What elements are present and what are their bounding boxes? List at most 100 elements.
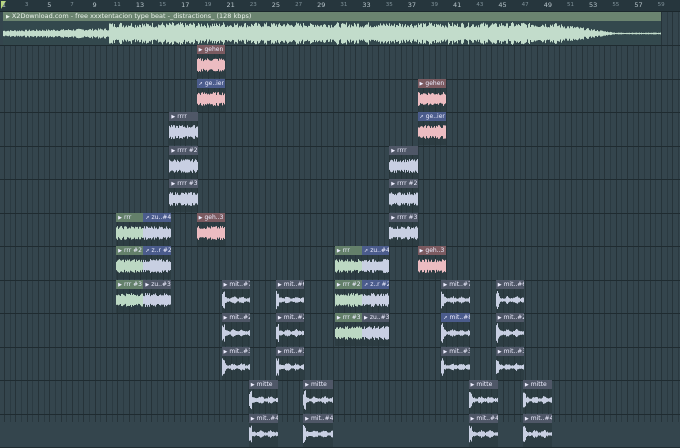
- clip-header[interactable]: ▶ mit..#2: [275, 313, 305, 322]
- audio-clip-master[interactable]: ▶ X2Download.com - free xxxtentacion type…: [3, 12, 661, 45]
- playlist-clip[interactable]: ▶ mit..#3: [221, 346, 250, 380]
- clip-menu-icon[interactable]: ▶: [6, 14, 10, 20]
- clip-header[interactable]: ▶ geh..3: [196, 212, 225, 222]
- clip-menu-icon[interactable]: ▶: [171, 181, 175, 187]
- clip-header[interactable]: ➚ z..r #2: [143, 246, 171, 255]
- playlist-clip[interactable]: ▶ mitte: [522, 380, 553, 413]
- clip-menu-icon[interactable]: ▶: [171, 114, 175, 120]
- clip-header[interactable]: ▶ mitte: [303, 380, 333, 389]
- clip-header[interactable]: ▶ mit..#7: [441, 279, 470, 289]
- clip-header[interactable]: ▶ mit..#2: [221, 313, 250, 322]
- clip-header[interactable]: ▶ mit..#7: [221, 279, 250, 289]
- playlist-clip[interactable]: ▶ mitte: [303, 380, 333, 413]
- playlist-clip[interactable]: ▶ mit..#3: [275, 346, 305, 380]
- clip-header[interactable]: ▶ mit..#3: [275, 346, 305, 356]
- playlist-clip[interactable]: ▶ mit..#7: [441, 279, 470, 313]
- playlist-clip[interactable]: ▶ zu..#3: [143, 279, 171, 313]
- clip-menu-icon[interactable]: ▶: [278, 349, 282, 355]
- playlist-clip[interactable]: ▶ rrr #3: [116, 279, 144, 313]
- clip-header[interactable]: ▶ mit..#4: [522, 413, 553, 423]
- clip-header[interactable]: ▶ mit..#2: [495, 313, 525, 322]
- clip-header[interactable]: ▶ zu..#3: [143, 279, 171, 289]
- playlist-clip[interactable]: ▶ geh..3: [417, 246, 446, 279]
- clip-header[interactable]: ▶ rrr #3: [334, 313, 363, 322]
- playlist-grid[interactable]: [0, 12, 680, 448]
- playlist-clip[interactable]: ▶ mit..#7: [221, 279, 250, 313]
- playlist-clip[interactable]: ▶ gehen: [417, 78, 446, 112]
- automation-icon[interactable]: ➚: [420, 114, 424, 120]
- automation-icon[interactable]: ➚: [364, 282, 368, 288]
- clip-header[interactable]: ▶ rrr #3: [116, 279, 144, 289]
- clip-menu-icon[interactable]: ▶: [391, 181, 395, 187]
- clip-menu-icon[interactable]: ▶: [251, 382, 255, 388]
- clip-menu-icon[interactable]: ▶: [305, 382, 309, 388]
- playlist-clip[interactable]: ▶ mit..#4: [468, 413, 498, 447]
- clip-header[interactable]: ▶ rrrr #2: [389, 179, 418, 188]
- playlist-clip[interactable]: ➚ z..r #2: [362, 279, 390, 313]
- clip-header[interactable]: ▶ mit..#4: [468, 413, 498, 423]
- playlist-clip[interactable]: ➚ z..r #2: [143, 246, 171, 279]
- clip-menu-icon[interactable]: ▶: [251, 416, 255, 422]
- clip-header[interactable]: ▶ rrrr: [169, 112, 198, 121]
- clip-header[interactable]: ▶ gehen: [417, 78, 446, 88]
- clip-menu-icon[interactable]: ▶: [118, 282, 122, 288]
- clip-menu-icon[interactable]: ▶: [498, 282, 502, 288]
- playlist-clip[interactable]: ▶ mitte: [468, 380, 498, 413]
- clip-menu-icon[interactable]: ▶: [498, 315, 502, 321]
- clip-menu-icon[interactable]: ▶: [364, 315, 368, 321]
- clip-header[interactable]: ▶ mitte: [522, 380, 553, 389]
- clip-menu-icon[interactable]: ▶: [498, 349, 502, 355]
- playlist-clip[interactable]: ▶ mit..#4: [303, 413, 333, 447]
- clip-menu-icon[interactable]: ▶: [525, 416, 529, 422]
- playlist-clip[interactable]: ▶ mit..#6: [275, 279, 305, 313]
- clip-header[interactable]: ▶ gehen: [196, 45, 225, 54]
- playlist-clip[interactable]: ▶ rrrr #2: [169, 145, 198, 179]
- clip-header[interactable]: ▶ geh..3: [417, 246, 446, 255]
- clip-menu-icon[interactable]: ▶: [471, 416, 475, 422]
- playlist-clip[interactable]: ▶ mit..#4: [248, 413, 279, 447]
- playlist-clip[interactable]: ▶ mit..#2: [495, 313, 525, 346]
- clip-menu-icon[interactable]: ▶: [118, 215, 122, 221]
- clip-header[interactable]: ➚ zu..#4: [143, 212, 171, 222]
- clip-header[interactable]: ▶ rrr #2: [116, 246, 144, 255]
- clip-header[interactable]: ▶ rrr: [116, 212, 144, 222]
- playlist-clip[interactable]: ➚ zu..#4: [143, 212, 171, 246]
- playlist-clip[interactable]: ➚mit..#8: [441, 313, 470, 346]
- clip-header[interactable]: ➚ z..r #2: [362, 279, 390, 289]
- clip-header[interactable]: ▶ mitte: [248, 380, 279, 389]
- automation-icon[interactable]: ➚: [443, 315, 447, 321]
- playlist-clip[interactable]: ➚ ge..ier: [417, 112, 446, 145]
- clip-header[interactable]: ➚ ge..ier: [196, 78, 225, 88]
- playlist-clip[interactable]: ▶ zu..#3: [362, 313, 390, 346]
- clip-header[interactable]: ▶ mit..#6: [275, 279, 305, 289]
- clip-header[interactable]: ▶ zu..#3: [362, 313, 390, 322]
- clip-header[interactable]: ▶ mit..#3: [495, 346, 525, 356]
- playlist-clip[interactable]: ▶ rrr #3: [334, 313, 363, 346]
- clip-header[interactable]: ▶ mit..#6: [495, 279, 525, 289]
- clip-menu-icon[interactable]: ▶: [443, 282, 447, 288]
- automation-icon[interactable]: ➚: [199, 81, 203, 87]
- clip-menu-icon[interactable]: ▶: [337, 315, 341, 321]
- automation-icon[interactable]: ➚: [364, 248, 368, 254]
- clip-menu-icon[interactable]: ▶: [278, 282, 282, 288]
- playlist-clip[interactable]: ▶ rrr: [116, 212, 144, 246]
- clip-menu-icon[interactable]: ▶: [224, 349, 228, 355]
- clip-menu-icon[interactable]: ▶: [118, 248, 122, 254]
- clip-menu-icon[interactable]: ▶: [420, 248, 424, 254]
- clip-menu-icon[interactable]: ▶: [278, 315, 282, 321]
- clip-menu-icon[interactable]: ▶: [224, 315, 228, 321]
- playlist-clip[interactable]: ▶ mit..#2: [275, 313, 305, 346]
- clip-header[interactable]: ▶ rrr: [334, 246, 363, 255]
- playlist-clip[interactable]: ▶ mit..#6: [495, 279, 525, 313]
- clip-menu-icon[interactable]: ▶: [443, 349, 447, 355]
- clip-header[interactable]: ▶ mit..#4: [303, 413, 333, 423]
- clip-header[interactable]: ➚ zu..#4: [362, 246, 390, 255]
- clip-header[interactable]: ▶ rrrr #3: [169, 179, 198, 188]
- clip-header[interactable]: ▶ rrr #2: [334, 279, 363, 289]
- timeline-ruler[interactable]: 1 3 5 7 9 11 13 15 17 19 21 23 25 27 29 31 33 35 37 39 41 43 4…: [0, 0, 680, 12]
- clip-menu-icon[interactable]: ▶: [199, 47, 203, 53]
- playlist-clip[interactable]: ▶ mit..#4: [522, 413, 553, 447]
- playlist-clip[interactable]: ▶ geh..3: [196, 212, 225, 246]
- clip-header[interactable]: ▶ rrrr #3: [389, 212, 418, 222]
- playlist-clip[interactable]: ▶ rrrr: [389, 145, 418, 179]
